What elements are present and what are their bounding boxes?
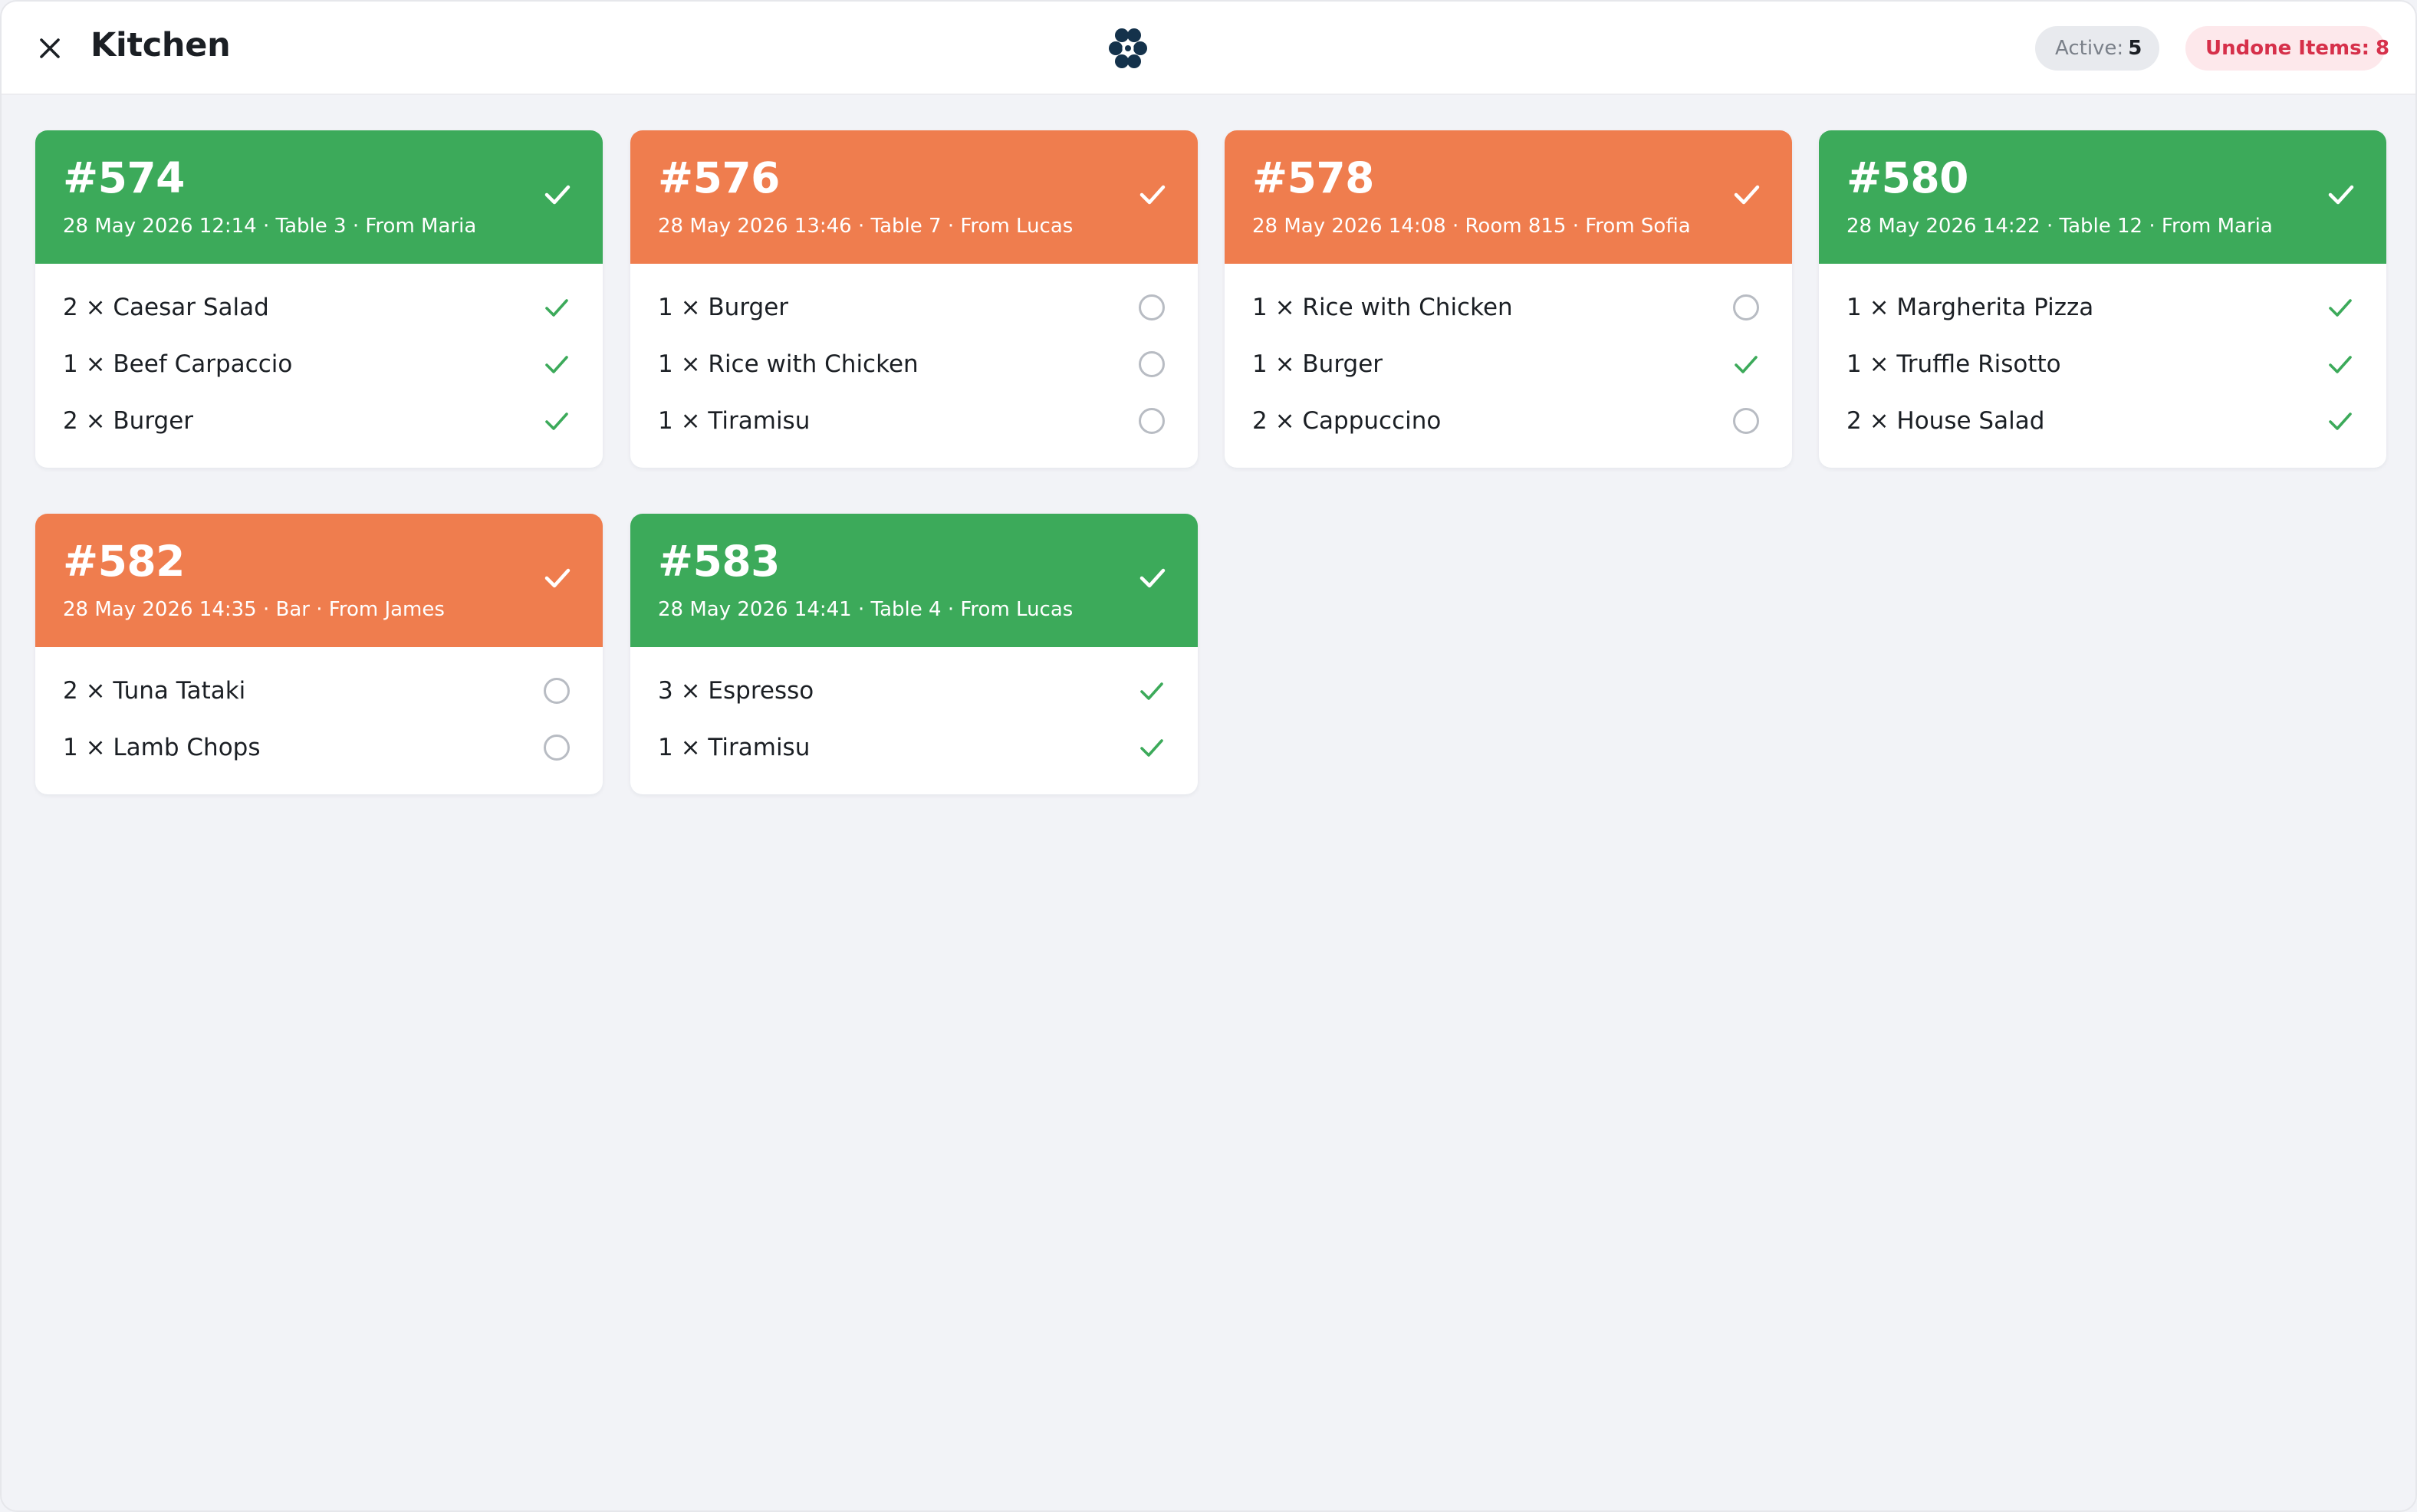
- order-item[interactable]: 2 × Caesar Salad: [35, 279, 603, 336]
- item-done-check-icon[interactable]: [538, 403, 575, 439]
- complete-order-check-icon[interactable]: [2320, 173, 2362, 215]
- order-meta: 28 May 2026 14:08 · Room 815 · From Sofi…: [1252, 215, 1691, 238]
- order-card: #580 28 May 2026 14:22 · Table 12 · From…: [1819, 130, 2386, 468]
- complete-order-check-icon[interactable]: [537, 173, 578, 215]
- item-label: 1 × Beef Carpaccio: [63, 350, 293, 378]
- order-item[interactable]: 2 × Tuna Tataki: [35, 662, 603, 719]
- active-label: Active:: [2055, 37, 2124, 60]
- item-done-check-icon[interactable]: [538, 346, 575, 383]
- item-label: 1 × Rice with Chicken: [1252, 294, 1513, 321]
- item-pending-circle-icon[interactable]: [1133, 346, 1170, 383]
- item-done-check-icon[interactable]: [538, 289, 575, 326]
- order-number: #583: [658, 537, 780, 586]
- top-bar: Kitchen Active: 5 Undone Items: 8: [2, 2, 2415, 95]
- order-number: #578: [1252, 153, 1374, 202]
- order-card: #582 28 May 2026 14:35 · Bar · From Jame…: [35, 514, 603, 794]
- item-label: 1 × Rice with Chicken: [658, 350, 919, 378]
- item-label: 2 × Tuna Tataki: [63, 677, 246, 705]
- close-icon[interactable]: [32, 31, 67, 66]
- undone-label: Undone Items:: [2205, 37, 2369, 60]
- order-number: #574: [63, 153, 185, 202]
- order-card: #576 28 May 2026 13:46 · Table 7 · From …: [630, 130, 1198, 468]
- order-number: #576: [658, 153, 780, 202]
- order-item[interactable]: 1 × Beef Carpaccio: [35, 336, 603, 393]
- order-items: 1 × Margherita Pizza 1 × Truffle Risotto…: [1819, 264, 2386, 468]
- active-count: 5: [2128, 37, 2142, 60]
- item-label: 2 × Caesar Salad: [63, 294, 269, 321]
- order-meta: 28 May 2026 14:41 · Table 4 · From Lucas: [658, 598, 1074, 621]
- order-items: 1 × Rice with Chicken 1 × Burger 2 × Cap…: [1225, 264, 1792, 468]
- order-meta: 28 May 2026 12:14 · Table 3 · From Maria: [63, 215, 477, 238]
- order-header: #578 28 May 2026 14:08 · Room 815 · From…: [1225, 130, 1792, 264]
- item-label: 2 × Cappuccino: [1252, 407, 1442, 435]
- undone-count: 8: [2376, 37, 2390, 60]
- item-label: 1 × Lamb Chops: [63, 734, 261, 761]
- order-items: 1 × Burger 1 × Rice with Chicken 1 × Tir…: [630, 264, 1198, 468]
- order-item[interactable]: 2 × House Salad: [1819, 393, 2386, 449]
- item-pending-circle-icon[interactable]: [1728, 289, 1764, 326]
- order-card: #578 28 May 2026 14:08 · Room 815 · From…: [1225, 130, 1792, 468]
- order-item[interactable]: 1 × Tiramisu: [630, 393, 1198, 449]
- order-header: #583 28 May 2026 14:41 · Table 4 · From …: [630, 514, 1198, 647]
- item-label: 1 × Tiramisu: [658, 734, 811, 761]
- item-label: 1 × Tiramisu: [658, 407, 811, 435]
- order-item[interactable]: 2 × Burger: [35, 393, 603, 449]
- active-count-badge: Active: 5: [2035, 26, 2159, 71]
- item-label: 1 × Burger: [1252, 350, 1383, 378]
- item-done-check-icon[interactable]: [1728, 346, 1764, 383]
- item-pending-circle-icon[interactable]: [1133, 403, 1170, 439]
- order-header: #582 28 May 2026 14:35 · Bar · From Jame…: [35, 514, 603, 647]
- order-item[interactable]: 3 × Espresso: [630, 662, 1198, 719]
- order-number: #582: [63, 537, 185, 586]
- item-label: 3 × Espresso: [658, 677, 814, 705]
- item-pending-circle-icon[interactable]: [1133, 289, 1170, 326]
- order-header: #574 28 May 2026 12:14 · Table 3 · From …: [35, 130, 603, 264]
- order-header: #580 28 May 2026 14:22 · Table 12 · From…: [1819, 130, 2386, 264]
- order-items: 3 × Espresso 1 × Tiramisu: [630, 647, 1198, 794]
- order-item[interactable]: 2 × Cappuccino: [1225, 393, 1792, 449]
- order-items: 2 × Caesar Salad 1 × Beef Carpaccio 2 × …: [35, 264, 603, 468]
- order-card: #583 28 May 2026 14:41 · Table 4 · From …: [630, 514, 1198, 794]
- order-item[interactable]: 1 × Rice with Chicken: [1225, 279, 1792, 336]
- order-item[interactable]: 1 × Burger: [630, 279, 1198, 336]
- item-label: 2 × House Salad: [1846, 407, 2045, 435]
- order-meta: 28 May 2026 13:46 · Table 7 · From Lucas: [658, 215, 1074, 238]
- item-done-check-icon[interactable]: [1133, 729, 1170, 766]
- item-label: 2 × Burger: [63, 407, 194, 435]
- undone-items-badge: Undone Items: 8: [2185, 26, 2389, 71]
- order-number: #580: [1846, 153, 1968, 202]
- order-item[interactable]: 1 × Tiramisu: [630, 719, 1198, 776]
- page-title: Kitchen: [90, 26, 231, 64]
- item-done-check-icon[interactable]: [2322, 403, 2359, 439]
- item-label: 1 × Truffle Risotto: [1846, 350, 2061, 378]
- brand-logo-icon: [1106, 26, 1150, 71]
- item-pending-circle-icon[interactable]: [1728, 403, 1764, 439]
- order-meta: 28 May 2026 14:22 · Table 12 · From Mari…: [1846, 215, 2273, 238]
- complete-order-check-icon[interactable]: [1132, 173, 1173, 215]
- item-done-check-icon[interactable]: [2322, 346, 2359, 383]
- order-item[interactable]: 1 × Margherita Pizza: [1819, 279, 2386, 336]
- order-item[interactable]: 1 × Rice with Chicken: [630, 336, 1198, 393]
- item-done-check-icon[interactable]: [2322, 289, 2359, 326]
- item-pending-circle-icon[interactable]: [538, 672, 575, 709]
- order-item[interactable]: 1 × Lamb Chops: [35, 719, 603, 776]
- item-done-check-icon[interactable]: [1133, 672, 1170, 709]
- item-pending-circle-icon[interactable]: [538, 729, 575, 766]
- order-item[interactable]: 1 × Truffle Risotto: [1819, 336, 2386, 393]
- complete-order-check-icon[interactable]: [1726, 173, 1768, 215]
- app-window: Kitchen Active: 5 Undone Items: 8 #574 2…: [0, 0, 2417, 1512]
- complete-order-check-icon[interactable]: [1132, 557, 1173, 598]
- item-label: 1 × Margherita Pizza: [1846, 294, 2094, 321]
- order-card: #574 28 May 2026 12:14 · Table 3 · From …: [35, 130, 603, 468]
- order-item[interactable]: 1 × Burger: [1225, 336, 1792, 393]
- complete-order-check-icon[interactable]: [537, 557, 578, 598]
- item-label: 1 × Burger: [658, 294, 789, 321]
- order-header: #576 28 May 2026 13:46 · Table 7 · From …: [630, 130, 1198, 264]
- order-meta: 28 May 2026 14:35 · Bar · From James: [63, 598, 445, 621]
- order-items: 2 × Tuna Tataki 1 × Lamb Chops: [35, 647, 603, 794]
